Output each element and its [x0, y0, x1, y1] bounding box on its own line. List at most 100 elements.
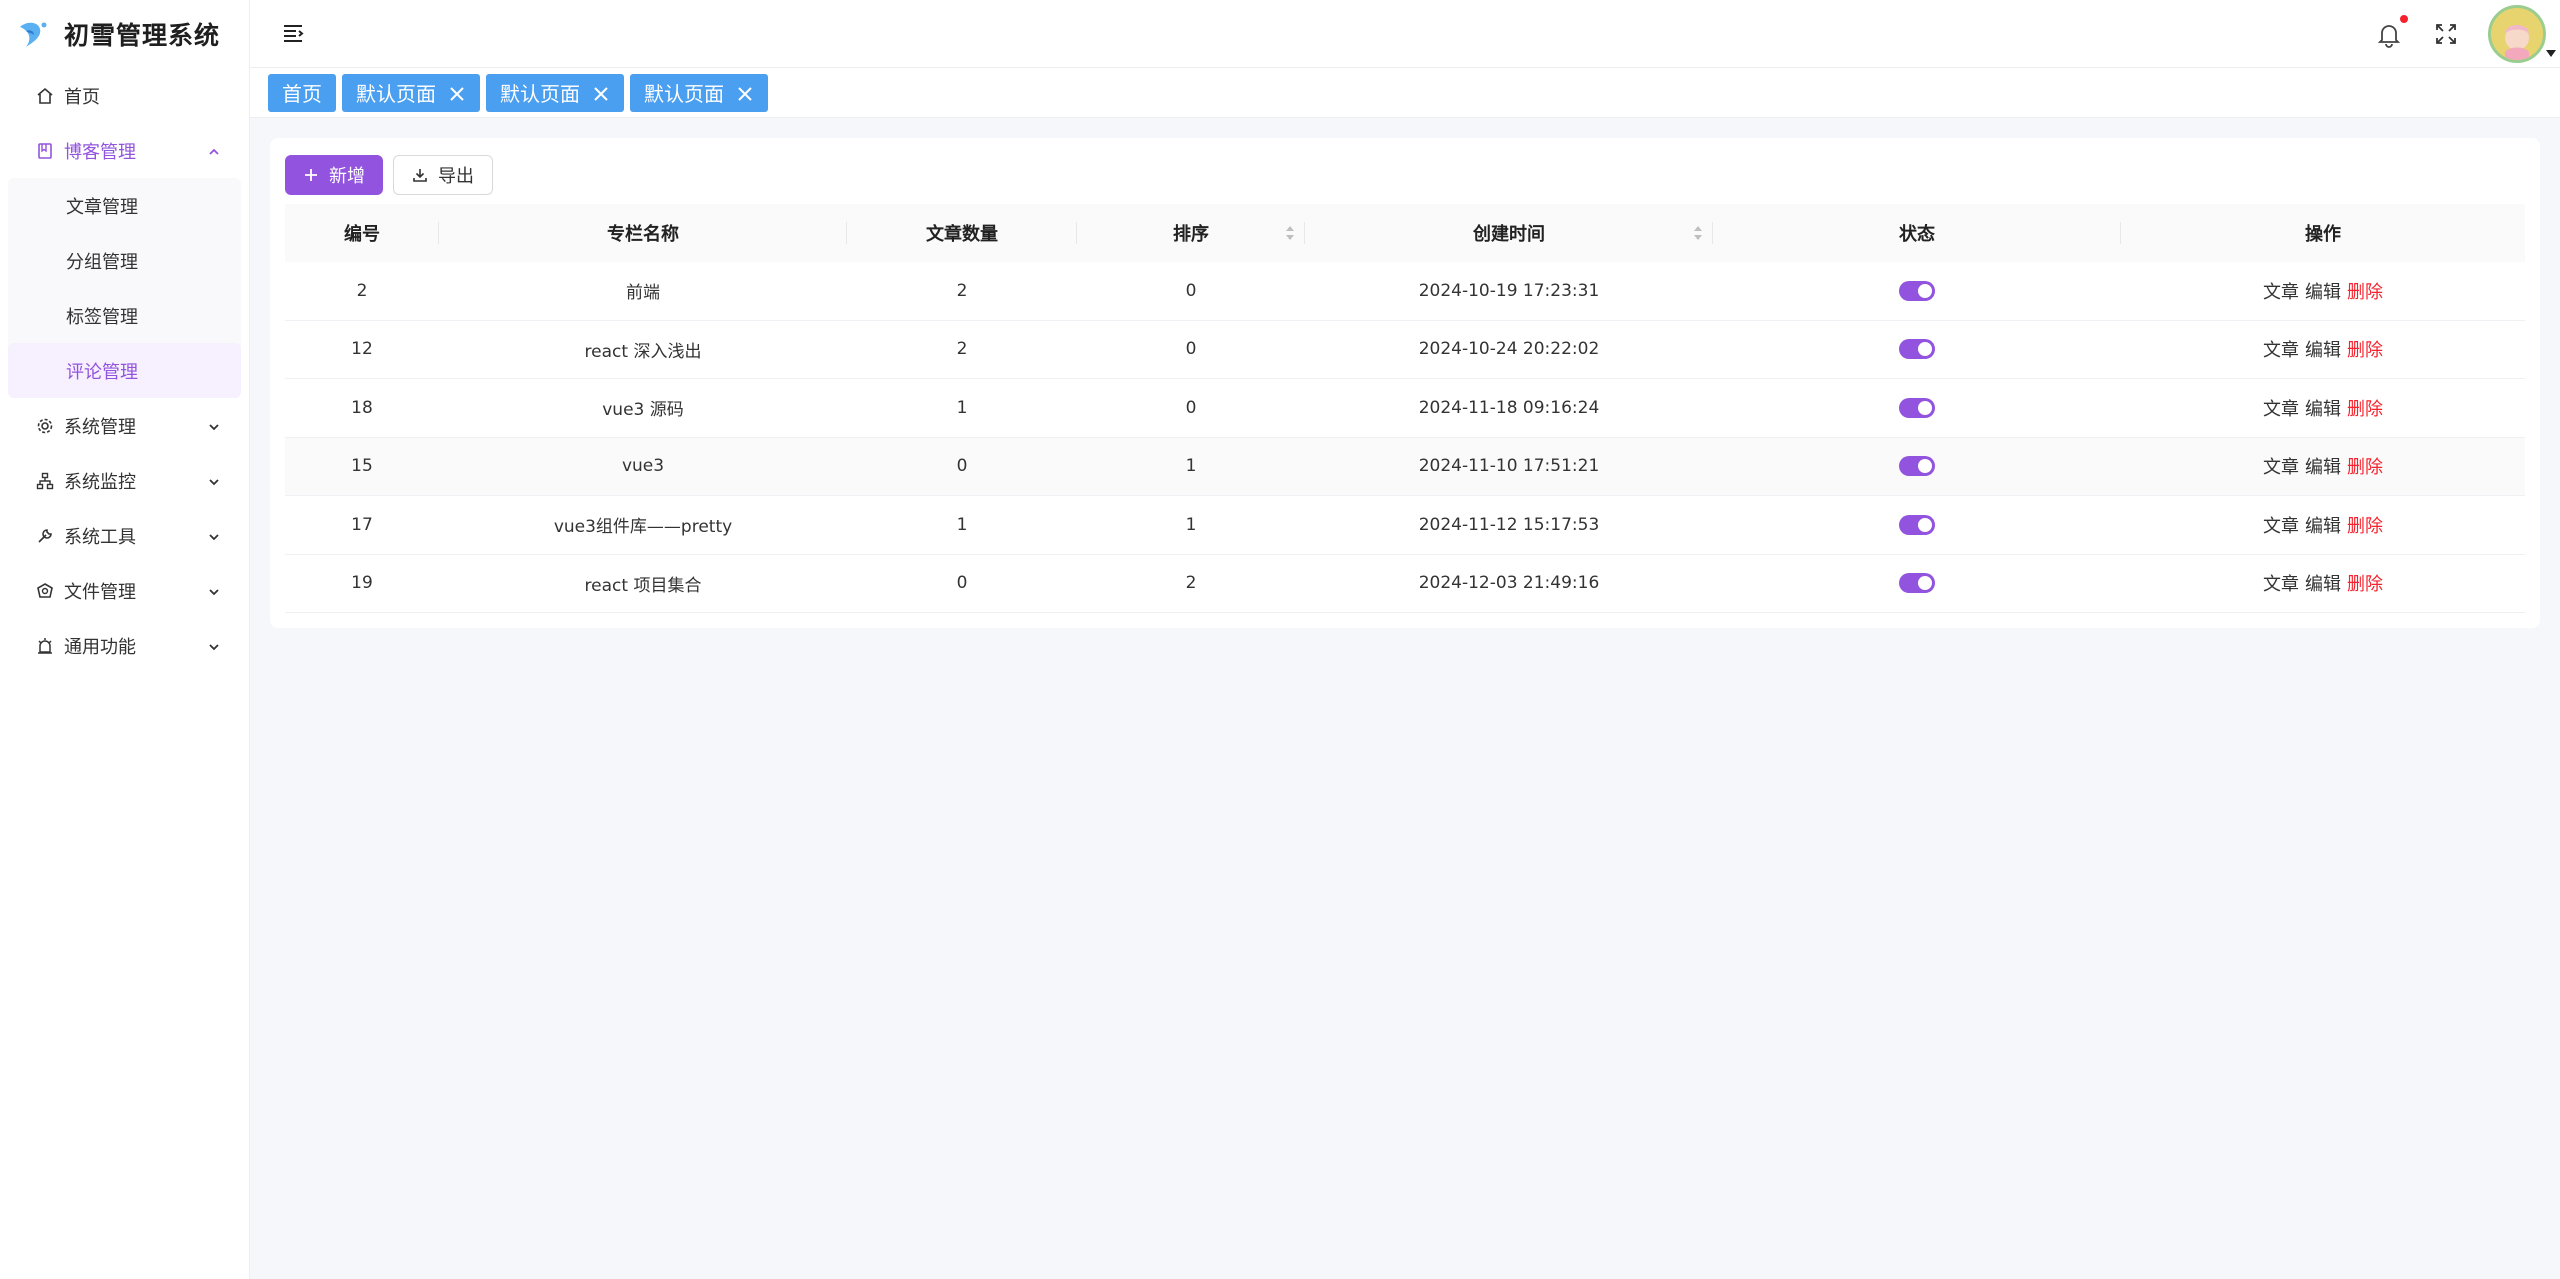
article-link[interactable]: 文章 [2263, 399, 2299, 420]
cell-count: 0 [956, 573, 968, 594]
chevron-down-icon [207, 638, 221, 659]
row-actions: 文章 编辑 删除 [2121, 453, 2525, 479]
sidebar-item-common[interactable]: 通用功能 [8, 618, 241, 673]
sidebar-item-files[interactable]: 文件管理 [8, 563, 241, 618]
tab-default-1[interactable]: 默认页面 [342, 73, 480, 112]
menu-toggle-icon[interactable] [282, 22, 304, 44]
table-row: 2 前端 2 0 2024-10-19 17:23:31 文章 编辑 删除 [285, 262, 2525, 321]
tab-home[interactable]: 首页 [268, 73, 336, 112]
cell-created: 2024-10-19 17:23:31 [1418, 280, 1600, 301]
sidebar: 初雪管理系统 首页 博客管理 文章管理 分组管理 标签管理 评论管理 系统管理 … [0, 0, 250, 1279]
alarm-icon [36, 637, 54, 655]
row-actions: 文章 编辑 删除 [2121, 570, 2525, 596]
sidebar-item-tags[interactable]: 标签管理 [8, 288, 241, 343]
folder-icon [36, 582, 54, 600]
tab-default-2[interactable]: 默认页面 [486, 73, 624, 112]
close-icon[interactable] [736, 84, 754, 102]
cell-id: 15 [351, 456, 373, 477]
status-switch[interactable] [1899, 514, 1935, 535]
sidebar-item-system[interactable]: 系统管理 [8, 398, 241, 453]
add-button[interactable]: 新增 [285, 155, 383, 195]
status-switch[interactable] [1899, 456, 1935, 477]
chevron-down-icon [207, 528, 221, 549]
home-icon [36, 87, 54, 105]
tab-label: 默认页面 [356, 82, 436, 106]
sidebar-item-label: 文章管理 [66, 196, 138, 218]
row-actions: 文章 编辑 删除 [2121, 278, 2525, 304]
article-link[interactable]: 文章 [2263, 516, 2299, 537]
edit-link[interactable]: 编辑 [2305, 282, 2341, 303]
cell-sort: 1 [1185, 514, 1197, 535]
col-header-id: 编号 [285, 204, 439, 262]
sidebar-item-articles[interactable]: 文章管理 [8, 178, 241, 233]
article-link[interactable]: 文章 [2263, 340, 2299, 361]
book-icon [36, 142, 54, 160]
tab-label: 首页 [282, 82, 322, 106]
col-header-sort[interactable]: 排序 [1077, 204, 1305, 262]
fullscreen-icon[interactable] [2434, 22, 2458, 46]
sidebar-item-monitor[interactable]: 系统监控 [8, 453, 241, 508]
avatar[interactable] [2488, 5, 2546, 63]
col-header-name: 专栏名称 [439, 204, 847, 262]
col-header-created[interactable]: 创建时间 [1305, 204, 1713, 262]
status-switch[interactable] [1899, 573, 1935, 594]
tab-default-3[interactable]: 默认页面 [630, 73, 768, 112]
close-icon[interactable] [592, 84, 610, 102]
sidebar-item-blog[interactable]: 博客管理 [8, 123, 241, 178]
tab-label: 默认页面 [644, 82, 724, 106]
cell-name: vue3 [621, 456, 665, 477]
cell-id: 19 [351, 573, 373, 594]
close-icon[interactable] [448, 84, 466, 102]
download-icon [413, 169, 427, 182]
delete-link[interactable]: 删除 [2347, 457, 2383, 478]
col-header-sort-label: 排序 [1173, 224, 1209, 245]
table-row: 12 react 深入浅出 2 0 2024-10-24 20:22:02 文章… [285, 321, 2525, 379]
cell-id: 2 [356, 280, 368, 301]
cell-id: 17 [351, 514, 373, 535]
sidebar-item-label: 系统监控 [64, 471, 136, 493]
col-header-created-label: 创建时间 [1473, 224, 1545, 245]
network-icon [36, 472, 54, 490]
edit-link[interactable]: 编辑 [2305, 340, 2341, 361]
status-switch[interactable] [1899, 397, 1935, 418]
chevron-down-icon [207, 583, 221, 604]
chevron-up-icon [207, 143, 221, 164]
table-row: 15 vue3 0 1 2024-11-10 17:51:21 文章 编辑 删除 [285, 437, 2525, 496]
tab-label: 默认页面 [500, 82, 580, 106]
cell-name: 前端 [626, 283, 660, 304]
side-menu: 首页 博客管理 文章管理 分组管理 标签管理 评论管理 系统管理 系统监控 系统… [0, 68, 249, 673]
article-link[interactable]: 文章 [2263, 282, 2299, 303]
article-link[interactable]: 文章 [2263, 457, 2299, 478]
bell-icon[interactable] [2374, 15, 2408, 49]
gear-icon [36, 417, 54, 435]
caret-down-icon[interactable] [2546, 50, 2556, 57]
cell-created: 2024-11-12 15:17:53 [1418, 514, 1600, 535]
delete-link[interactable]: 删除 [2347, 340, 2383, 361]
sidebar-item-comments[interactable]: 评论管理 [8, 343, 241, 398]
sidebar-item-tools[interactable]: 系统工具 [8, 508, 241, 563]
cell-name: react 项目集合 [584, 575, 702, 596]
delete-link[interactable]: 删除 [2347, 399, 2383, 420]
sidebar-item-label: 评论管理 [66, 361, 138, 383]
delete-link[interactable]: 删除 [2347, 516, 2383, 537]
article-link[interactable]: 文章 [2263, 574, 2299, 595]
sidebar-item-home[interactable]: 首页 [8, 68, 241, 123]
add-button-label: 新增 [329, 166, 365, 187]
chevron-down-icon [207, 418, 221, 439]
export-button[interactable]: 导出 [393, 155, 493, 195]
edit-link[interactable]: 编辑 [2305, 574, 2341, 595]
edit-link[interactable]: 编辑 [2305, 516, 2341, 537]
edit-link[interactable]: 编辑 [2305, 457, 2341, 478]
logo[interactable]: 初雪管理系统 [0, 0, 249, 68]
sort-icon[interactable] [1693, 223, 1703, 243]
delete-link[interactable]: 删除 [2347, 574, 2383, 595]
cell-created: 2024-12-03 21:49:16 [1418, 573, 1600, 594]
edit-link[interactable]: 编辑 [2305, 399, 2341, 420]
cell-sort: 1 [1185, 456, 1197, 477]
sort-icon[interactable] [1285, 223, 1295, 243]
status-switch[interactable] [1899, 280, 1935, 301]
delete-link[interactable]: 删除 [2347, 282, 2383, 303]
status-switch[interactable] [1899, 339, 1935, 360]
sidebar-item-label: 系统工具 [64, 526, 136, 548]
sidebar-item-groups[interactable]: 分组管理 [8, 233, 241, 288]
